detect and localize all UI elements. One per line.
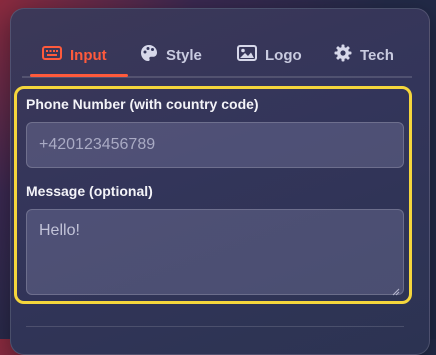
- palette-icon: [140, 44, 166, 66]
- divider: [26, 326, 404, 327]
- tab-input-label: Input: [70, 46, 107, 64]
- keyboard-icon: [42, 45, 70, 65]
- gear-icon: [334, 44, 360, 66]
- tab-bar: Input Style Logo Tech: [22, 34, 412, 78]
- message-textarea[interactable]: Hello!: [26, 209, 404, 296]
- phone-input[interactable]: [26, 122, 404, 168]
- message-label: Message (optional): [26, 183, 153, 199]
- tab-input[interactable]: Input: [42, 42, 107, 68]
- tab-logo[interactable]: Logo: [237, 42, 302, 68]
- tab-logo-label: Logo: [265, 46, 302, 64]
- resize-handle-icon[interactable]: [392, 283, 400, 296]
- tab-style-label: Style: [166, 46, 202, 64]
- image-icon: [237, 45, 265, 65]
- tab-tech[interactable]: Tech: [334, 42, 394, 68]
- message-placeholder: Hello!: [39, 222, 80, 239]
- tab-tech-label: Tech: [360, 46, 394, 64]
- tab-style[interactable]: Style: [140, 42, 202, 68]
- phone-label: Phone Number (with country code): [26, 96, 259, 112]
- active-tab-indicator: [30, 74, 128, 77]
